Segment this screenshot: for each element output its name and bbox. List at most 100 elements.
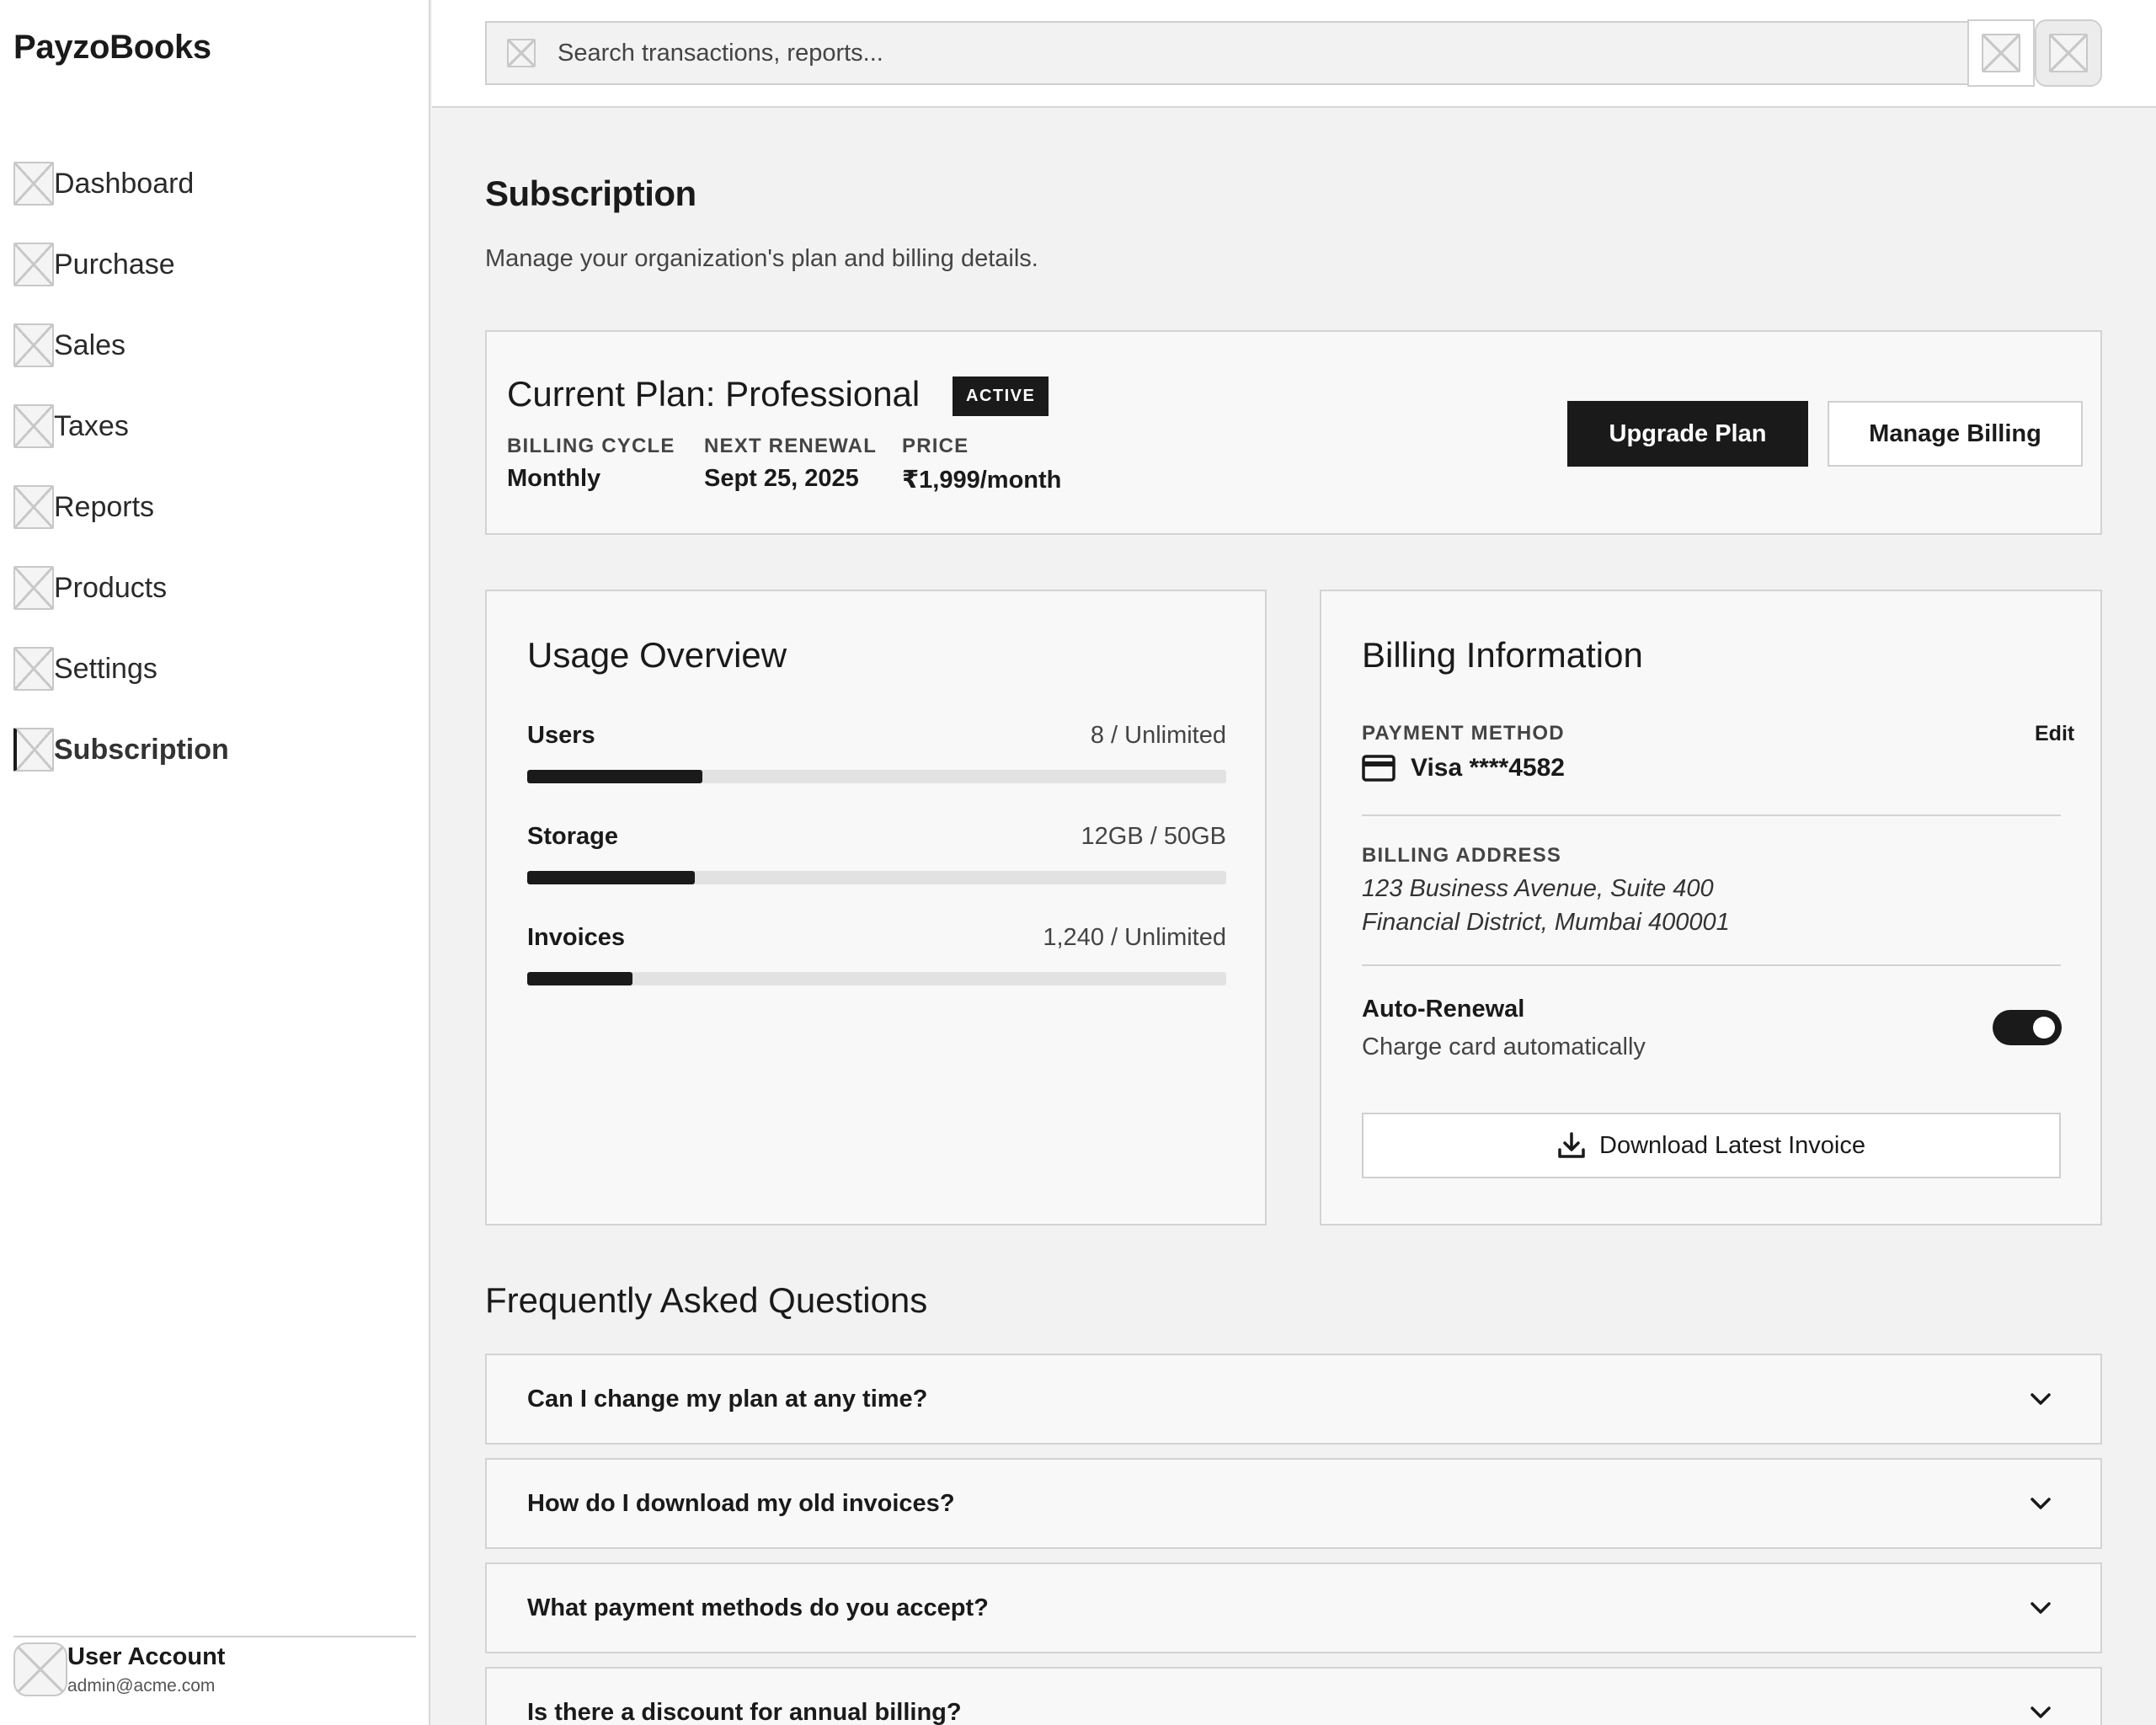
sidebar-item-reports[interactable]: Reports [13, 467, 418, 547]
download-invoice-button[interactable]: Download Latest Invoice [1362, 1113, 2061, 1178]
sidebar-item-sales[interactable]: Sales [13, 305, 418, 386]
plan-title: Current Plan: Professional [507, 374, 921, 414]
billing-address-label: BILLING ADDRESS [1362, 844, 1562, 867]
billing-information-card: Billing Information PAYMENT METHOD Visa … [1320, 590, 2102, 1226]
metric-name: Users [527, 722, 595, 749]
usage-progress-bar [527, 770, 1226, 783]
page-subtitle: Manage your organization's plan and bill… [485, 245, 1038, 272]
sidebar-nav: Dashboard Purchase Sales Taxes Reports P… [13, 143, 418, 790]
notifications-button[interactable] [1967, 19, 2035, 87]
card-number: Visa ****4582 [1411, 754, 1565, 782]
auto-renewal: Auto-Renewal Charge card automatically [1362, 996, 1646, 1061]
sidebar-item-label: Settings [54, 652, 157, 685]
profile-button[interactable] [2035, 19, 2102, 87]
sidebar-item-label: Products [54, 571, 168, 604]
sidebar-item-label: Taxes [54, 409, 129, 442]
payment-method: PAYMENT METHOD Visa ****4582 [1362, 722, 1565, 782]
sidebar-item-label: Dashboard [54, 167, 195, 200]
taxes-icon [13, 404, 54, 448]
brand-logo[interactable]: PayzoBooks [13, 29, 211, 67]
usage-metric-storage: Storage 12GB / 50GB [527, 823, 1226, 884]
address-line-1: 123 Business Avenue, Suite 400 [1362, 875, 1714, 902]
chevron-down-icon [2031, 1498, 2051, 1509]
auto-renewal-description: Charge card automatically [1362, 1033, 1646, 1060]
faq-title: Frequently Asked Questions [485, 1280, 928, 1320]
payment-method-label: PAYMENT METHOD [1362, 722, 1565, 745]
purchase-icon [13, 243, 54, 286]
metric-value: 1,240 / Unlimited [1043, 924, 1226, 951]
faq-item[interactable]: How do I download my old invoices? [485, 1458, 2102, 1549]
search-box [485, 21, 1969, 85]
page-title: Subscription [485, 174, 696, 213]
billing-address: BILLING ADDRESS 123 Business Avenue, Sui… [1362, 844, 1730, 935]
products-icon [13, 566, 54, 610]
price: PRICE ₹1,999/month [902, 435, 1061, 494]
next-renewal-label: NEXT RENEWAL [704, 435, 878, 457]
dashboard-icon [13, 162, 54, 206]
user-icon [2049, 34, 2088, 72]
settings-icon [13, 647, 54, 691]
usage-progress-bar [527, 871, 1226, 884]
user-name: User Account [67, 1642, 226, 1670]
sidebar-item-taxes[interactable]: Taxes [13, 386, 418, 467]
usage-title: Usage Overview [527, 635, 787, 675]
divider [1362, 814, 2061, 816]
sidebar-item-label: Reports [54, 490, 155, 523]
usage-progress-fill [527, 871, 696, 884]
current-plan-card: Current Plan: Professional ACTIVE BILLIN… [485, 330, 2102, 535]
download-icon [1558, 1132, 1585, 1158]
sidebar-item-label: Subscription [54, 733, 229, 766]
status-badge: ACTIVE [953, 377, 1049, 416]
faq-question: What payment methods do you accept? [527, 1594, 989, 1621]
billing-cycle-value: Monthly [507, 465, 601, 492]
sidebar-item-subscription[interactable]: Subscription [13, 709, 418, 790]
faq-question: How do I download my old invoices? [527, 1489, 955, 1517]
faq-item[interactable]: Can I change my plan at any time? [485, 1354, 2102, 1445]
subscription-icon [13, 728, 54, 772]
usage-progress-bar [527, 972, 1226, 985]
next-renewal-value: Sept 25, 2025 [704, 465, 859, 492]
address-line-2: Financial District, Mumbai 400001 [1362, 909, 1730, 936]
chevron-down-icon [2031, 1706, 2051, 1718]
usage-metric-invoices: Invoices 1,240 / Unlimited [527, 924, 1226, 985]
sidebar-item-settings[interactable]: Settings [13, 628, 418, 709]
billing-title: Billing Information [1362, 635, 1643, 675]
reports-icon [13, 485, 54, 529]
search-icon [507, 39, 536, 67]
avatar [13, 1642, 67, 1696]
edit-payment-link[interactable]: Edit [2035, 722, 2074, 746]
credit-card-icon [1362, 755, 1396, 782]
user-email: admin@acme.com [67, 1675, 216, 1696]
price-label: PRICE [902, 435, 969, 457]
faq-item[interactable]: Is there a discount for annual billing? [485, 1667, 2102, 1725]
usage-progress-fill [527, 972, 632, 985]
sidebar-item-products[interactable]: Products [13, 547, 418, 628]
billing-cycle: BILLING CYCLE Monthly [507, 435, 675, 493]
user-info: User Account admin@acme.com [67, 1643, 225, 1696]
faq-item[interactable]: What payment methods do you accept? [485, 1562, 2102, 1653]
manage-billing-button[interactable]: Manage Billing [1828, 401, 2083, 467]
usage-overview-card: Usage Overview Users 8 / Unlimited Stora… [485, 590, 1267, 1226]
bell-icon [1982, 34, 2020, 72]
metric-name: Storage [527, 823, 618, 850]
download-invoice-label: Download Latest Invoice [1599, 1131, 1865, 1159]
metric-name: Invoices [527, 924, 626, 951]
usage-progress-fill [527, 770, 702, 783]
sidebar-item-label: Sales [54, 328, 126, 361]
price-value: ₹1,999/month [902, 467, 1062, 494]
metric-value: 12GB / 50GB [1081, 823, 1227, 850]
usage-metric-users: Users 8 / Unlimited [527, 722, 1226, 783]
user-account[interactable]: User Account admin@acme.com [13, 1636, 416, 1696]
faq-question: Is there a discount for annual billing? [527, 1698, 962, 1725]
sidebar-item-dashboard[interactable]: Dashboard [13, 143, 418, 224]
billing-cycle-label: BILLING CYCLE [507, 435, 675, 457]
divider [1362, 964, 2061, 966]
search-input[interactable] [558, 39, 1905, 67]
auto-renewal-toggle[interactable] [1993, 1010, 2062, 1045]
sidebar-item-purchase[interactable]: Purchase [13, 224, 418, 305]
metric-value: 8 / Unlimited [1090, 722, 1226, 749]
chevron-down-icon [2031, 1602, 2051, 1614]
top-bar [432, 0, 2156, 108]
upgrade-plan-button[interactable]: Upgrade Plan [1567, 401, 1808, 467]
next-renewal: NEXT RENEWAL Sept 25, 2025 [704, 435, 877, 493]
